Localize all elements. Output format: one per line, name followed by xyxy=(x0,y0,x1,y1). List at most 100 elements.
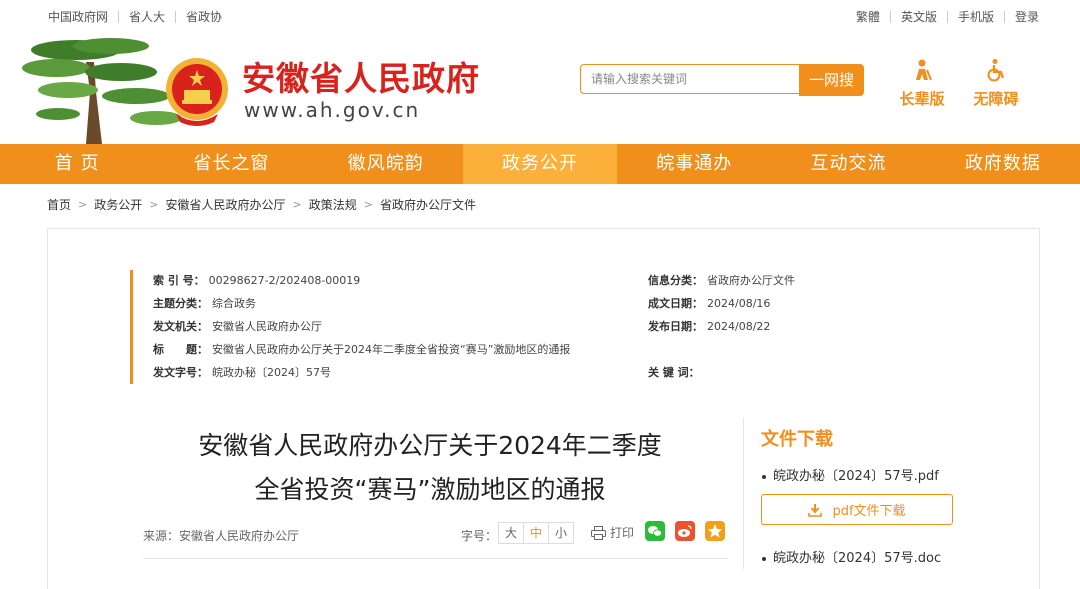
breadcrumb-office[interactable]: 安徽省人民政府办公厅 xyxy=(165,196,285,213)
search-bar: 一网搜 xyxy=(580,64,864,96)
link-traditional-chinese[interactable]: 繁體 xyxy=(856,8,880,25)
meta-topic: 主题分类： 综合政务 xyxy=(153,296,256,312)
pdf-download-button[interactable]: pdf文件下载 xyxy=(761,494,953,525)
meta-category: 信息分类： 省政府办公厅文件 xyxy=(648,273,795,289)
document-title: 安徽省人民政府办公厅关于2024年二季度 全省投资“赛马”激励地区的通报 xyxy=(150,424,710,512)
download-file-pdf-name: 皖政办秘〔2024〕57号.pdf xyxy=(773,469,939,484)
meta-title: 标 题： 安徽省人民政府办公厅关于2024年二季度全省投资“赛马”激励地区的通报 xyxy=(153,342,570,358)
download-icon xyxy=(808,503,823,517)
nav-item-culture[interactable]: 徽风皖韵 xyxy=(309,144,463,184)
nav-item-services[interactable]: 皖事通办 xyxy=(617,144,771,184)
link-cppcc[interactable]: 省政协 xyxy=(186,8,222,25)
top-links-right: 繁體 英文版 手机版 登录 xyxy=(856,8,1039,25)
meta-category-label: 信息分类： xyxy=(648,274,703,287)
font-size-large[interactable]: 大 xyxy=(499,523,524,543)
link-mobile[interactable]: 手机版 xyxy=(958,8,994,25)
meta-title-label: 标 题： xyxy=(153,343,208,356)
divider xyxy=(1003,10,1005,23)
link-gov-cn[interactable]: 中国政府网 xyxy=(48,8,108,25)
accessibility-icon xyxy=(987,59,1005,82)
bullet-icon xyxy=(762,556,766,561)
search-button[interactable]: 一网搜 xyxy=(799,64,864,96)
meta-keywords-label: 关 键 词： xyxy=(648,366,700,379)
meta-created-label: 成文日期： xyxy=(648,297,703,310)
accessibility-button[interactable]: 无障碍 xyxy=(966,58,1026,109)
document-metadata: 索 引 号： 00298627-2/202408-00019 信息分类： 省政府办公… xyxy=(130,270,833,384)
document-title-line1: 安徽省人民政府办公厅关于2024年二季度 xyxy=(198,431,662,460)
bullet-icon xyxy=(762,474,766,479)
meta-docno-label: 发文字号： xyxy=(153,366,208,379)
pdf-download-label: pdf文件下载 xyxy=(832,504,906,519)
meta-topic-label: 主题分类： xyxy=(153,297,208,310)
font-size-label: 字号： xyxy=(461,529,498,543)
meta-published-label: 发布日期： xyxy=(648,320,703,333)
breadcrumb: 首页 > 政务公开 > 安徽省人民政府办公厅 > 政策法规 > 省政府办公厅文件 xyxy=(47,196,476,213)
chevron-right-icon: > xyxy=(149,198,159,211)
meta-issuer-label: 发文机关： xyxy=(153,320,208,333)
breadcrumb-gov-affairs[interactable]: 政务公开 xyxy=(94,196,142,213)
site-name: 安徽省人民政府 xyxy=(242,59,480,98)
meta-index: 索 引 号： 00298627-2/202408-00019 xyxy=(153,273,360,289)
breadcrumb-policy[interactable]: 政策法规 xyxy=(309,196,357,213)
download-file-doc[interactable]: 皖政办秘〔2024〕57号.doc xyxy=(762,547,941,566)
download-file-pdf[interactable]: 皖政办秘〔2024〕57号.pdf xyxy=(762,465,939,484)
meta-published-value: 2024/08/22 xyxy=(707,320,771,333)
search-input[interactable] xyxy=(580,64,799,94)
divider xyxy=(946,10,948,23)
divider xyxy=(175,10,177,23)
meta-topic-value: 综合政务 xyxy=(212,297,256,310)
meta-index-value: 00298627-2/202408-00019 xyxy=(208,274,361,287)
pine-tree-icon xyxy=(22,38,182,144)
link-login[interactable]: 登录 xyxy=(1015,8,1039,25)
breadcrumb-home[interactable]: 首页 xyxy=(47,196,71,213)
meta-category-value: 省政府办公厅文件 xyxy=(707,274,795,287)
print-label: 打印 xyxy=(610,526,635,540)
divider xyxy=(889,10,891,23)
link-provincial-congress[interactable]: 省人大 xyxy=(129,8,165,25)
elder-mode-button[interactable]: 长辈版 xyxy=(892,58,952,109)
font-size-selector: 大 中 小 xyxy=(498,522,574,544)
meta-issuer-value: 安徽省人民政府办公厅 xyxy=(212,320,322,333)
font-size-small[interactable]: 小 xyxy=(549,523,573,543)
divider xyxy=(118,10,120,23)
elder-mode-label: 长辈版 xyxy=(899,90,945,108)
sidebar-divider xyxy=(743,418,744,569)
printer-icon xyxy=(591,525,606,540)
weibo-share-icon[interactable] xyxy=(675,521,695,541)
site-header: 安徽省人民政府 www.ah.gov.cn 一网搜 长辈版 无障碍 xyxy=(0,32,1080,144)
chevron-right-icon: > xyxy=(78,198,88,211)
nav-item-gov-affairs[interactable]: 政务公开 xyxy=(462,144,618,184)
wechat-share-icon[interactable] xyxy=(645,521,665,541)
print-button[interactable]: 打印 xyxy=(591,524,634,541)
top-utility-bar: 中国政府网 省人大 省政协 繁體 英文版 手机版 登录 xyxy=(0,0,1080,32)
nav-item-data[interactable]: 政府数据 xyxy=(926,144,1080,184)
nav-item-governor[interactable]: 省长之窗 xyxy=(154,144,308,184)
document-toolbar: 来源：安徽省人民政府办公厅 字号： 大 中 小 打印 xyxy=(143,520,733,548)
meta-published: 发布日期： 2024/08/22 xyxy=(648,319,770,335)
chevron-right-icon: > xyxy=(363,198,373,211)
meta-docno-value: 皖政办秘〔2024〕57号 xyxy=(212,366,331,379)
chevron-right-icon: > xyxy=(292,198,302,211)
nav-item-home[interactable]: 首 页 xyxy=(0,144,154,184)
divider xyxy=(143,558,728,559)
download-file-doc-name: 皖政办秘〔2024〕57号.doc xyxy=(773,551,942,566)
link-english[interactable]: 英文版 xyxy=(901,8,937,25)
meta-created-value: 2024/08/16 xyxy=(707,297,771,310)
meta-docno: 发文字号： 皖政办秘〔2024〕57号 xyxy=(153,365,331,381)
document-source: 来源：安徽省人民政府办公厅 xyxy=(143,529,300,543)
top-links-left: 中国政府网 省人大 省政协 xyxy=(48,8,222,25)
meta-title-value: 安徽省人民政府办公厅关于2024年二季度全省投资“赛马”激励地区的通报 xyxy=(212,343,571,356)
font-size-medium[interactable]: 中 xyxy=(524,523,549,543)
site-url: www.ah.gov.cn xyxy=(244,98,421,122)
meta-keywords: 关 键 词： xyxy=(648,365,700,381)
meta-issuer: 发文机关： 安徽省人民政府办公厅 xyxy=(153,319,322,335)
nav-item-interaction[interactable]: 互动交流 xyxy=(771,144,925,184)
meta-index-label: 索 引 号： xyxy=(153,274,205,287)
accessibility-label: 无障碍 xyxy=(973,90,1019,108)
main-nav: 首 页 省长之窗 徽风皖韵 政务公开 皖事通办 互动交流 政府数据 xyxy=(0,144,1080,184)
favorite-star-icon[interactable] xyxy=(705,521,725,541)
national-emblem-icon xyxy=(166,58,228,126)
breadcrumb-office-docs[interactable]: 省政府办公厅文件 xyxy=(380,196,476,213)
elder-icon xyxy=(916,59,932,81)
meta-created: 成文日期： 2024/08/16 xyxy=(648,296,770,312)
